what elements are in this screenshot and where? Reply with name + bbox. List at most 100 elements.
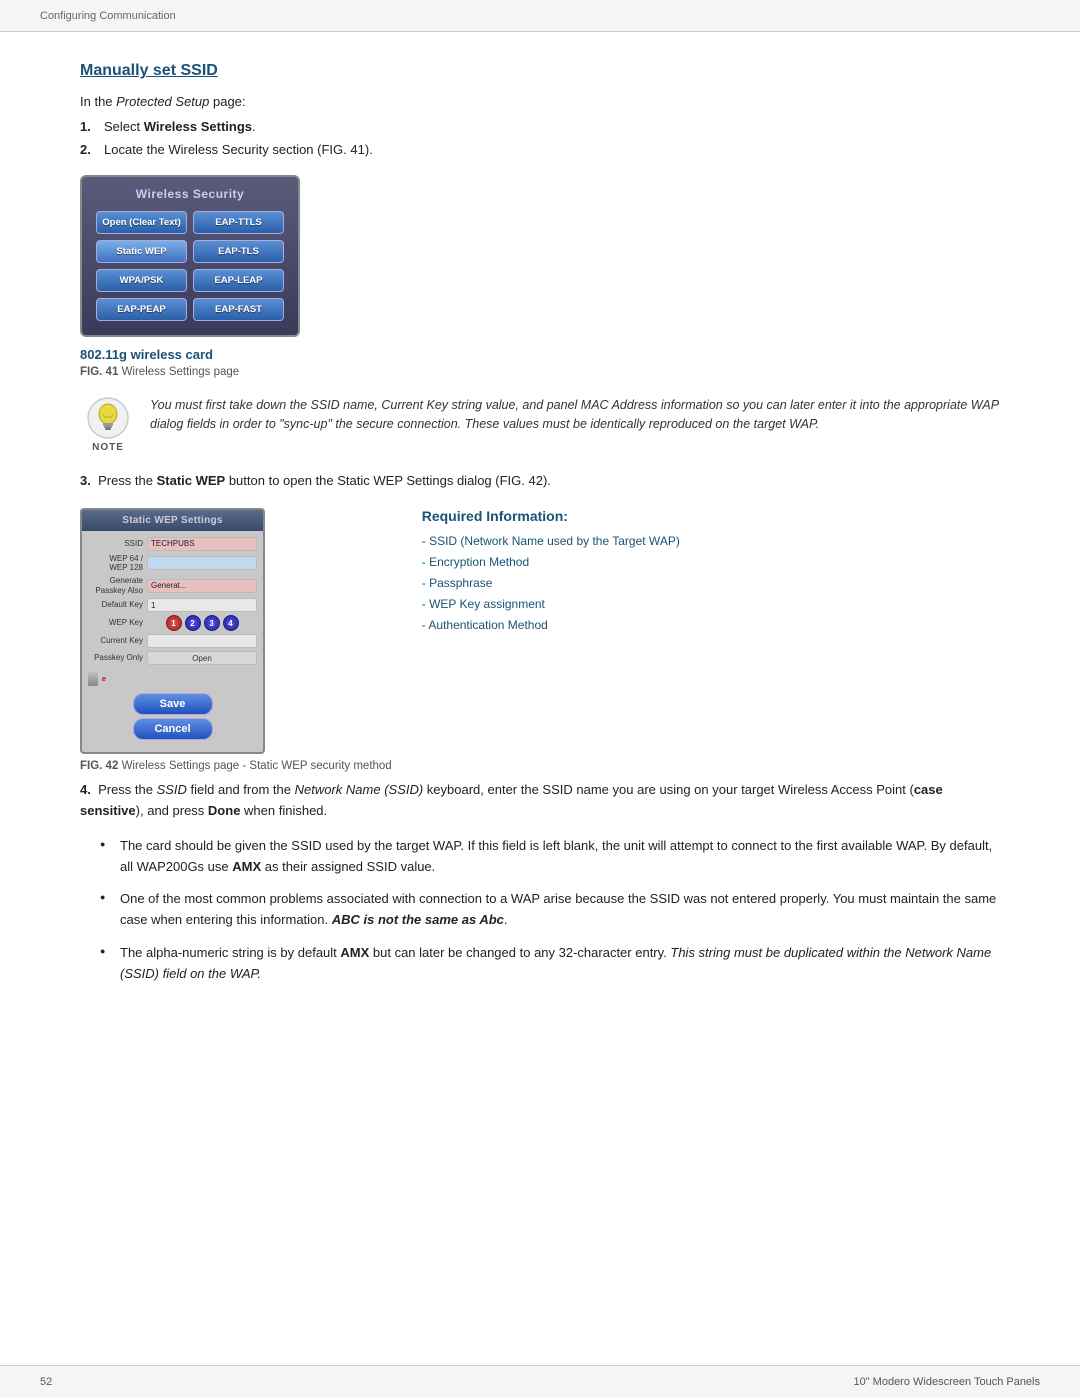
- bullet-1: The card should be given the SSID used b…: [100, 836, 1000, 878]
- intro-text: In the Protected Setup page:: [80, 94, 1000, 109]
- note-box: NOTE You must first take down the SSID n…: [80, 396, 1000, 453]
- step-2-num: 2.: [80, 142, 104, 157]
- note-bulb-icon: [86, 396, 130, 440]
- wep-amx-logo: e: [102, 676, 106, 683]
- wep-open-field[interactable]: Open: [147, 651, 257, 665]
- ws-btn-static-wep[interactable]: Static WEP: [96, 240, 187, 263]
- wep-default-key-label: Default Key: [88, 600, 143, 610]
- wep-default-key-row: Default Key 1: [88, 598, 257, 612]
- header-bar: Configuring Communication: [0, 0, 1080, 32]
- ws-btn-eap-tls[interactable]: EAP-TLS: [193, 240, 284, 263]
- fig-42-num: FIG. 42: [80, 760, 118, 772]
- section-heading: Manually set SSID: [80, 62, 1000, 80]
- wep-passkey-gen-field[interactable]: Generat...: [147, 579, 257, 593]
- note-label: NOTE: [92, 442, 124, 453]
- step-4-ssid-italic: SSID: [157, 782, 187, 797]
- ws-btn-wpa-psk[interactable]: WPA/PSK: [96, 269, 187, 292]
- wep-passkey-gen-row: GeneratePasskey Also Generat...: [88, 576, 257, 595]
- note-text: You must first take down the SSID name, …: [150, 396, 1000, 435]
- note-icon-area: NOTE: [80, 396, 136, 453]
- wep-current-key-field[interactable]: [147, 634, 257, 648]
- step-3-bold: Static WEP: [157, 473, 226, 488]
- wep-key-btn-3[interactable]: 3: [204, 615, 220, 631]
- step-1: 1. Select Wireless Settings.: [80, 119, 1000, 134]
- wep-passkey-row: Passkey Only Open: [88, 651, 257, 665]
- fig-41-num: FIG. 41: [80, 366, 118, 378]
- step-1-bold: Wireless Settings: [144, 119, 252, 134]
- wep-type-field[interactable]: [147, 556, 257, 570]
- wep-passkey-only-label: Passkey Only: [88, 653, 143, 663]
- ws-btn-eap-leap[interactable]: EAP-LEAP: [193, 269, 284, 292]
- wep-cancel-button[interactable]: Cancel: [133, 718, 213, 740]
- bullet-list: The card should be given the SSID used b…: [100, 836, 1000, 985]
- wep-key-btn-2[interactable]: 2: [185, 615, 201, 631]
- bullet-2: One of the most common problems associat…: [100, 889, 1000, 931]
- wep-key-btn-4[interactable]: 4: [223, 615, 239, 631]
- wep-logo-area: e: [82, 668, 263, 688]
- footer-page-number: 52: [40, 1376, 52, 1388]
- wep-title-bar: Static WEP Settings: [82, 510, 263, 531]
- req-item-3: Passphrase: [422, 574, 1000, 592]
- wep-default-key-value: 1: [151, 601, 155, 610]
- bullet-3-italic: This string must be duplicated within th…: [120, 945, 991, 981]
- wep-key-btn-1[interactable]: 1: [166, 615, 182, 631]
- fig-41-text: Wireless Settings page: [122, 366, 240, 378]
- ws-btn-eap-fast[interactable]: EAP-FAST: [193, 298, 284, 321]
- wep-key-buttons: 1 2 3 4: [147, 615, 257, 631]
- fig-42-label: FIG. 42 Wireless Settings page - Static …: [80, 760, 392, 772]
- req-item-4: WEP Key assignment: [422, 595, 1000, 613]
- steps-list: 1. Select Wireless Settings. 2. Locate t…: [80, 119, 1000, 157]
- header-text: Configuring Communication: [40, 10, 176, 22]
- wep-key-label: WEP Key: [88, 618, 143, 628]
- bullet-2-abc-bold-italic: ABC is not the same as Abc: [332, 912, 504, 927]
- wep-panel: Static WEP Settings SSID TECHPUBS WEP 64…: [80, 508, 265, 754]
- wep-type-label: WEP 64 /WEP 128: [88, 554, 143, 573]
- req-info-list: SSID (Network Name used by the Target WA…: [422, 532, 1000, 634]
- bullet-3: The alpha-numeric string is by default A…: [100, 943, 1000, 985]
- wep-left-bar: [88, 672, 98, 686]
- footer-product-name: 10" Modero Widescreen Touch Panels: [853, 1376, 1040, 1388]
- figure-41-container: Wireless Security Open (Clear Text) EAP-…: [80, 175, 1000, 378]
- step-4-keyboard-italic: Network Name (SSID): [295, 782, 424, 797]
- ws-panel-title: Wireless Security: [96, 187, 284, 201]
- wep-ssid-row: SSID TECHPUBS: [88, 537, 257, 551]
- required-info-box: Required Information: SSID (Network Name…: [422, 508, 1000, 637]
- fig-42-text: Wireless Settings page - Static WEP secu…: [122, 760, 392, 772]
- step-4-done-bold: Done: [208, 803, 241, 818]
- wep-passkey-gen-label: GeneratePasskey Also: [88, 576, 143, 595]
- step-1-num: 1.: [80, 119, 104, 134]
- footer-bar: 52 10" Modero Widescreen Touch Panels: [0, 1365, 1080, 1397]
- wep-save-button[interactable]: Save: [133, 693, 213, 715]
- step-4-num: 4.: [80, 782, 91, 797]
- wep-ssid-field[interactable]: TECHPUBS: [147, 537, 257, 551]
- req-item-2: Encryption Method: [422, 553, 1000, 571]
- step-3-num: 3.: [80, 473, 91, 488]
- wep-default-key-field[interactable]: 1: [147, 598, 257, 612]
- wep-current-key-row: Current Key: [88, 634, 257, 648]
- ws-btn-open[interactable]: Open (Clear Text): [96, 211, 187, 234]
- intro-italic: Protected Setup: [116, 94, 209, 109]
- req-item-1: SSID (Network Name used by the Target WA…: [422, 532, 1000, 550]
- wep-current-key-label: Current Key: [88, 636, 143, 646]
- ws-buttons-grid: Open (Clear Text) EAP-TTLS Static WEP EA…: [96, 211, 284, 321]
- wep-open-value: Open: [192, 654, 212, 663]
- figure-42-container: Static WEP Settings SSID TECHPUBS WEP 64…: [80, 508, 1000, 772]
- main-content: Manually set SSID In the Protected Setup…: [0, 32, 1080, 1047]
- page: Configuring Communication Manually set S…: [0, 0, 1080, 1397]
- step-2-text: Locate the Wireless Security section (FI…: [104, 142, 373, 157]
- step-3: 3. Press the Static WEP button to open t…: [80, 471, 1000, 492]
- ws-btn-eap-ttls[interactable]: EAP-TTLS: [193, 211, 284, 234]
- req-info-title: Required Information:: [422, 508, 1000, 524]
- ws-btn-eap-peap[interactable]: EAP-PEAP: [96, 298, 187, 321]
- wep-passkey-gen-value: Generat...: [151, 581, 187, 590]
- wep-ssid-value: TECHPUBS: [151, 539, 195, 548]
- step-4: 4. Press the SSID field and from the Net…: [80, 780, 1000, 822]
- fig-41-caption-blue: 802.11g wireless card: [80, 347, 213, 362]
- fig-41-label: FIG. 41 Wireless Settings page: [80, 366, 239, 378]
- wep-panel-wrapper: Static WEP Settings SSID TECHPUBS WEP 64…: [80, 508, 392, 772]
- step-1-text: Select Wireless Settings.: [104, 119, 256, 134]
- wep-key-buttons-row: WEP Key 1 2 3 4: [88, 615, 257, 631]
- bullet-1-amx: AMX: [232, 859, 261, 874]
- wep-type-row: WEP 64 /WEP 128: [88, 554, 257, 573]
- step-2: 2. Locate the Wireless Security section …: [80, 142, 1000, 157]
